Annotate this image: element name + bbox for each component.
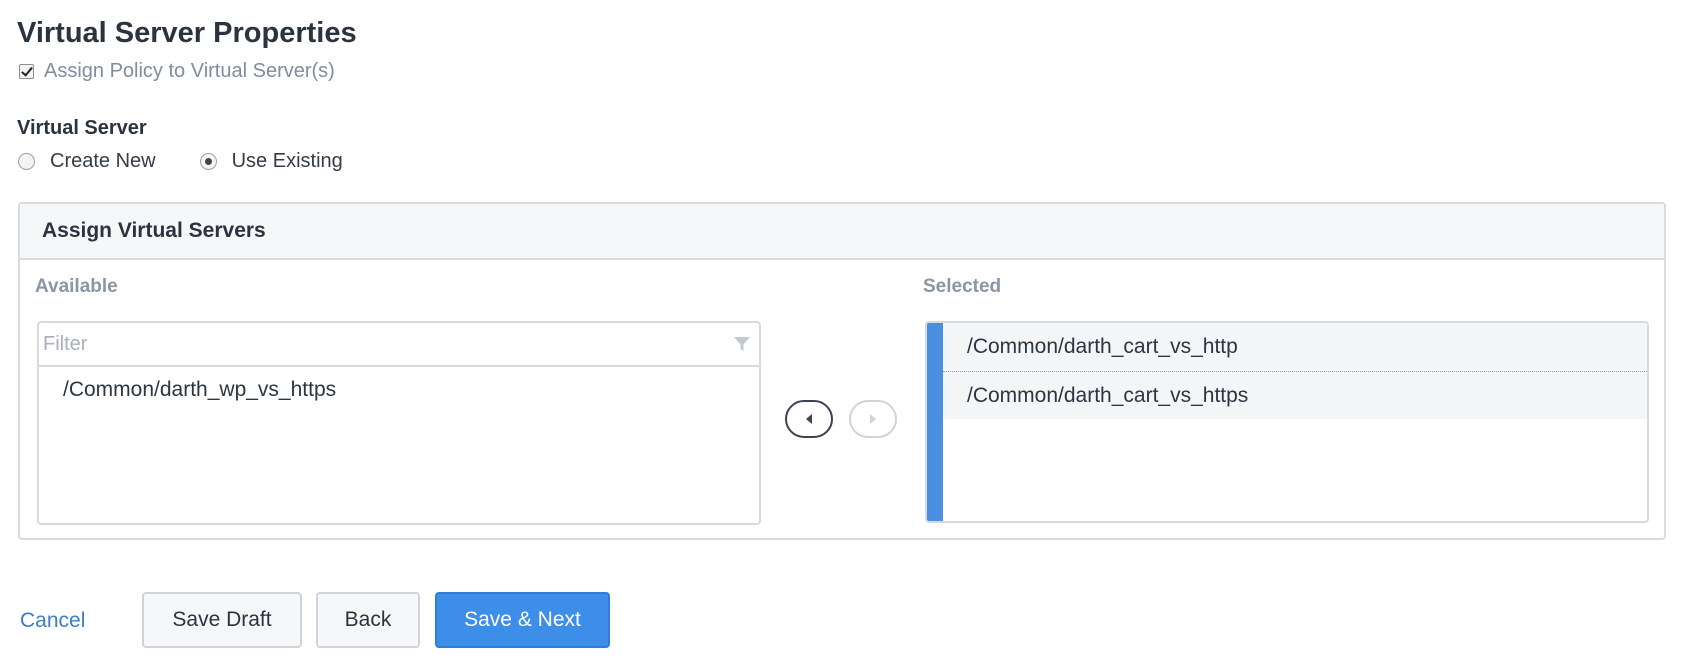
page-title: Virtual Server Properties	[17, 17, 357, 49]
panel-title: Assign Virtual Servers	[42, 219, 266, 242]
assign-policy-checkbox[interactable]	[19, 64, 34, 79]
cancel-link[interactable]: Cancel	[20, 609, 85, 633]
available-list-item[interactable]: /Common/darth_wp_vs_https	[39, 367, 759, 402]
radio-use-existing-label[interactable]: Use Existing	[232, 150, 343, 173]
selected-list-item[interactable]: /Common/darth_cart_vs_http	[943, 323, 1647, 371]
assign-policy-label[interactable]: Assign Policy to Virtual Server(s)	[44, 60, 335, 83]
selected-label: Selected	[923, 276, 1002, 297]
caret-right-icon	[870, 414, 876, 424]
selected-list: /Common/darth_cart_vs_http /Common/darth…	[943, 323, 1647, 419]
assign-policy-checkbox-row[interactable]: Assign Policy to Virtual Server(s)	[19, 60, 335, 83]
caret-left-icon	[806, 414, 812, 424]
available-list-box: /Common/darth_wp_vs_https	[37, 321, 761, 525]
back-button[interactable]: Back	[316, 592, 420, 648]
page: Virtual Server Properties Assign Policy …	[0, 0, 1686, 668]
panel-header: Assign Virtual Servers	[20, 204, 1664, 260]
move-left-button[interactable]	[785, 400, 833, 438]
footer-actions: Cancel Save Draft Back Save & Next	[0, 592, 1686, 650]
filter-row	[39, 323, 759, 367]
radio-use-existing-circle[interactable]	[199, 153, 217, 170]
virtual-server-radio-group: Create New Use Existing	[18, 150, 387, 173]
radio-create-new[interactable]: Create New	[18, 150, 156, 173]
move-right-button[interactable]	[849, 400, 897, 438]
filter-input[interactable]	[39, 324, 719, 364]
radio-use-existing[interactable]: Use Existing	[199, 150, 343, 173]
radio-create-new-label[interactable]: Create New	[50, 150, 156, 173]
selected-accent-bar	[927, 323, 943, 521]
selected-list-item[interactable]: /Common/darth_cart_vs_https	[943, 371, 1647, 419]
virtual-server-label: Virtual Server	[17, 117, 147, 139]
selected-list-box: /Common/darth_cart_vs_http /Common/darth…	[925, 321, 1649, 523]
available-label: Available	[35, 276, 118, 297]
filter-icon[interactable]	[733, 335, 751, 353]
radio-create-new-circle[interactable]	[18, 153, 35, 170]
assign-virtual-servers-panel: Assign Virtual Servers Available Selecte…	[18, 202, 1666, 540]
save-draft-button[interactable]: Save Draft	[142, 592, 302, 648]
save-next-button[interactable]: Save & Next	[435, 592, 610, 648]
